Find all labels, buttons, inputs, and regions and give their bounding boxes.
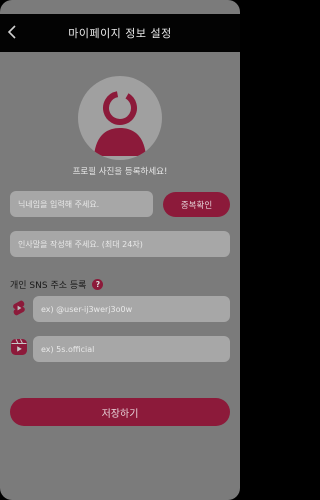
- profile-avatar[interactable]: [78, 76, 162, 160]
- nickname-input[interactable]: [10, 191, 153, 217]
- profile-caption: 프로필 사진을 등록하세요!: [72, 167, 168, 177]
- mypage-settings-screen: 마이페이지 정보 설정 프로필 사진을 등록하세요! 중복확인 개인 SNS 주…: [0, 0, 240, 500]
- back-button[interactable]: [2, 22, 22, 42]
- instagram-url-input[interactable]: [33, 336, 230, 362]
- header-bar: 마이페이지 정보 설정: [0, 14, 240, 52]
- page-title: 마이페이지 정보 설정: [68, 27, 172, 40]
- youtube-shorts-icon: [13, 300, 25, 316]
- help-icon[interactable]: ?: [92, 279, 104, 290]
- instagram-reels-icon: [11, 339, 27, 355]
- chevron-left-icon: [7, 25, 16, 39]
- youtube-url-input[interactable]: [33, 296, 230, 322]
- duplicate-check-button[interactable]: 중복확인: [163, 192, 230, 217]
- user-icon: [94, 91, 146, 156]
- save-button[interactable]: 저장하기: [10, 398, 230, 426]
- greeting-input[interactable]: [10, 231, 230, 257]
- sns-title-label: 개인 SNS 주소 등록: [10, 281, 87, 291]
- sns-section-title: 개인 SNS 주소 등록 ?: [10, 278, 104, 291]
